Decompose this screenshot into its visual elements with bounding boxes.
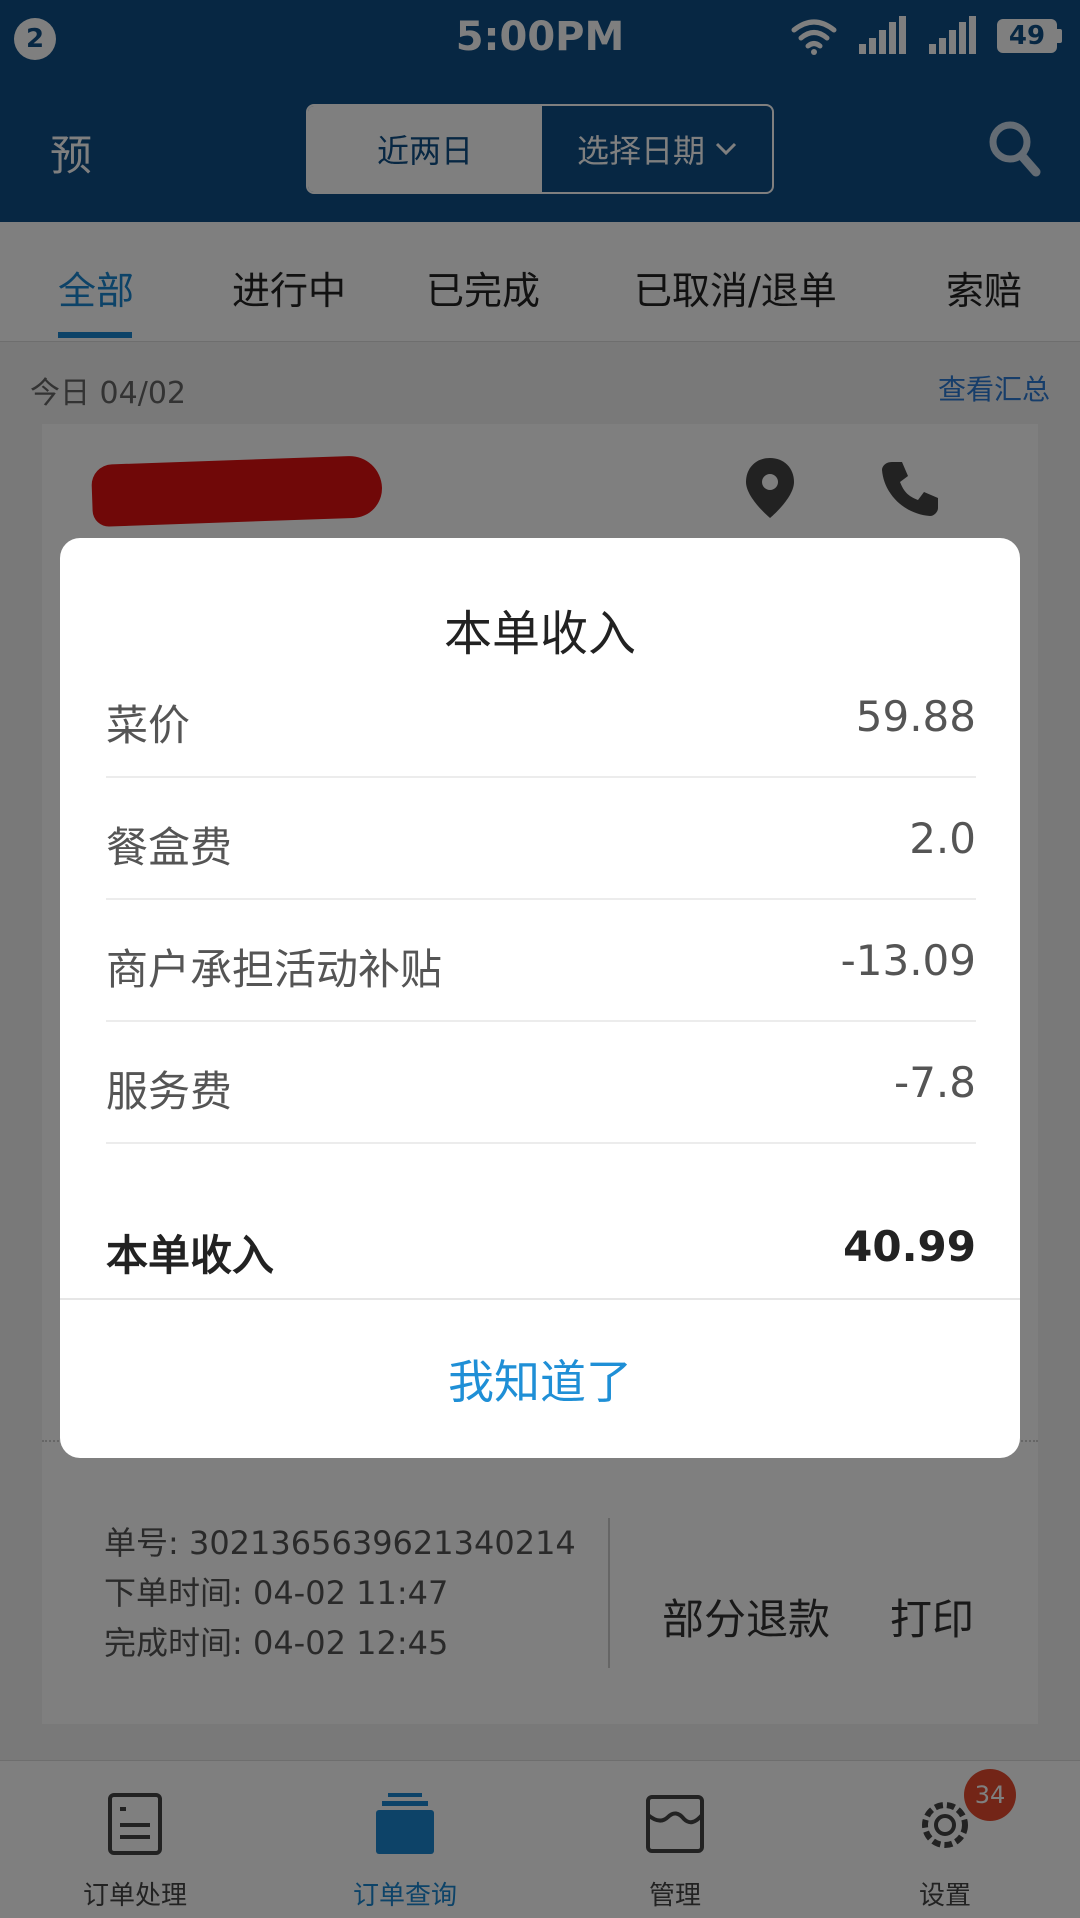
fee-value: -13.09: [840, 936, 976, 985]
fee-row-dish-price: 菜价 59.88: [106, 656, 976, 778]
order-income-dialog: 本单收入 菜价 59.88 餐盒费 2.0 商户承担活动补贴 -13.09 服务…: [60, 538, 1020, 1458]
fee-row-merchant-subsidy: 商户承担活动补贴 -13.09: [106, 900, 976, 1022]
fee-label: 餐盒费: [106, 823, 233, 872]
got-it-button[interactable]: 我知道了: [60, 1300, 1020, 1458]
fee-label: 服务费: [106, 1067, 233, 1116]
dialog-title: 本单收入: [443, 606, 636, 662]
total-label: 本单收入: [106, 1231, 275, 1280]
fee-value: -7.8: [894, 1058, 976, 1107]
fee-value: 2.0: [909, 814, 976, 863]
total-income-row: 本单收入 40.99: [106, 1198, 976, 1298]
fee-label: 菜价: [106, 701, 191, 750]
fee-value: 59.88: [855, 692, 976, 741]
fee-label: 商户承担活动补贴: [106, 945, 443, 994]
fee-row-service-fee: 服务费 -7.8: [106, 1022, 976, 1144]
fee-row-packaging-fee: 餐盒费 2.0: [106, 778, 976, 900]
total-value: 40.99: [843, 1222, 976, 1271]
